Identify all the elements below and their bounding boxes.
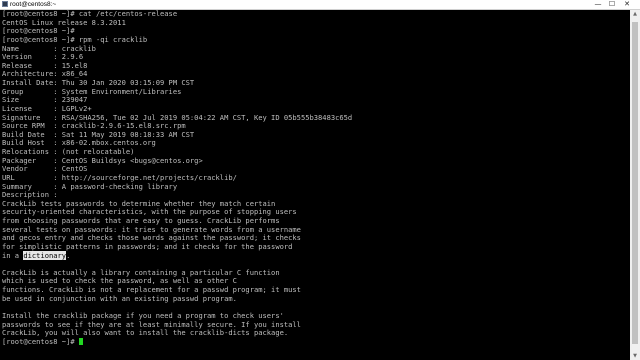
terminal-line: CentOS Linux release 8.3.2011 bbox=[2, 18, 628, 28]
terminal-line-text: in a bbox=[2, 250, 24, 260]
terminal-line: for simplistic patterns in passwords; an… bbox=[2, 241, 628, 252]
terminal-line-text: be used in conjunction with an existing … bbox=[2, 293, 237, 303]
vertical-scrollbar[interactable]: ▲ ▼ bbox=[630, 10, 640, 360]
close-button[interactable]: ✕ bbox=[621, 0, 633, 9]
terminal-line-text: [root@centos8 ~]# bbox=[2, 336, 79, 346]
scrollbar-thumb[interactable] bbox=[632, 22, 638, 344]
terminal-app-icon bbox=[2, 1, 8, 7]
terminal-line: in a dictionary. bbox=[2, 250, 628, 261]
scroll-down-icon[interactable]: ▼ bbox=[630, 352, 640, 360]
window-title: root@centos8:~ bbox=[10, 1, 57, 8]
terminal-line-text: . bbox=[66, 250, 71, 260]
terminal-line-text: for simplistic patterns in passwords; an… bbox=[2, 241, 293, 251]
terminal-line: Version : 2.9.6 bbox=[2, 52, 628, 62]
terminal-line: Packager : CentOS Buildsys <bugs@centos.… bbox=[2, 156, 628, 166]
maximize-button[interactable]: ☐ bbox=[606, 0, 618, 9]
title-bar[interactable]: root@centos8:~ — ☐ ✕ bbox=[0, 0, 640, 10]
terminal-line: be used in conjunction with an existing … bbox=[2, 293, 628, 304]
terminal-line: Group : System Environment/Libraries bbox=[2, 87, 628, 97]
terminal-output[interactable]: [root@centos8 ~]# cat /etc/centos-releas… bbox=[2, 10, 628, 360]
terminal-line: Name : cracklib bbox=[2, 44, 628, 54]
minimize-button[interactable]: — bbox=[592, 0, 604, 9]
terminal-line: Size : 239047 bbox=[2, 95, 628, 105]
scroll-up-icon[interactable]: ▲ bbox=[630, 10, 640, 18]
terminal-line: [root@centos8 ~]# bbox=[2, 336, 628, 347]
terminal-line: Release : 15.el8 bbox=[2, 61, 628, 71]
terminal-cursor bbox=[78, 338, 83, 346]
terminal-window: root@centos8:~ — ☐ ✕ [root@centos8 ~]# c… bbox=[0, 0, 640, 360]
terminal-line: Summary : A password-checking library bbox=[2, 182, 628, 192]
selected-text: dictionary bbox=[23, 250, 67, 260]
terminal-line: CrackLib, you will also want to install … bbox=[2, 328, 628, 338]
